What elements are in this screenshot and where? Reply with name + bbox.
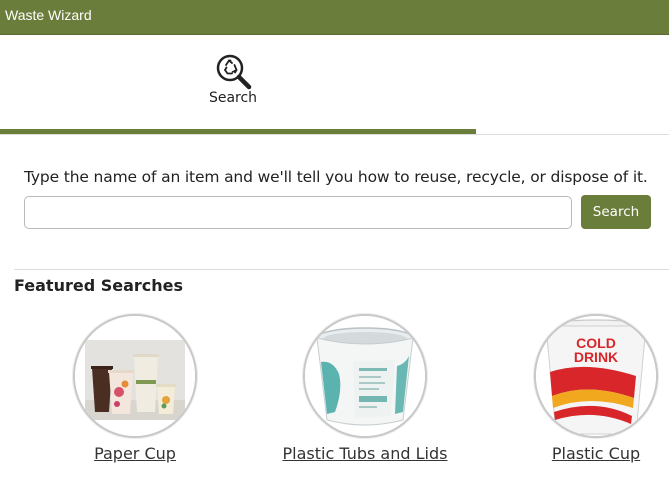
plastic-tub-image[interactable] <box>303 314 427 438</box>
section-divider <box>14 269 669 270</box>
tab-bar: Search <box>0 36 669 135</box>
search-button[interactable]: Search <box>581 195 651 229</box>
featured-item-label[interactable]: Paper Cup <box>40 442 230 466</box>
plastic-cup-image[interactable]: COLD DRINK <box>534 314 658 438</box>
featured-item-label[interactable]: Plastic Cup <box>501 442 669 466</box>
featured-item-label[interactable]: Plastic Tubs and Lids <box>270 442 460 466</box>
recycle-search-icon <box>216 54 252 90</box>
featured-searches-heading: Featured Searches <box>14 276 184 295</box>
tab-search[interactable]: Search <box>0 36 476 134</box>
app-header: Waste Wizard <box>0 0 669 35</box>
paper-cups-image[interactable] <box>73 314 197 438</box>
featured-item-plastic-cup[interactable]: COLD DRINK Plastic Cup <box>501 314 669 489</box>
app-title: Waste Wizard <box>5 7 92 23</box>
featured-item-plastic-tubs[interactable]: Plastic Tubs and Lids <box>270 314 460 489</box>
search-input[interactable] <box>24 196 572 229</box>
featured-item-paper-cup[interactable]: Paper Cup <box>40 314 230 489</box>
search-instruction: Type the name of an item and we'll tell … <box>24 168 648 186</box>
tab-search-label: Search <box>208 90 258 106</box>
tab-active-indicator <box>0 129 476 134</box>
cold-drink-print: COLD DRINK <box>574 335 618 365</box>
